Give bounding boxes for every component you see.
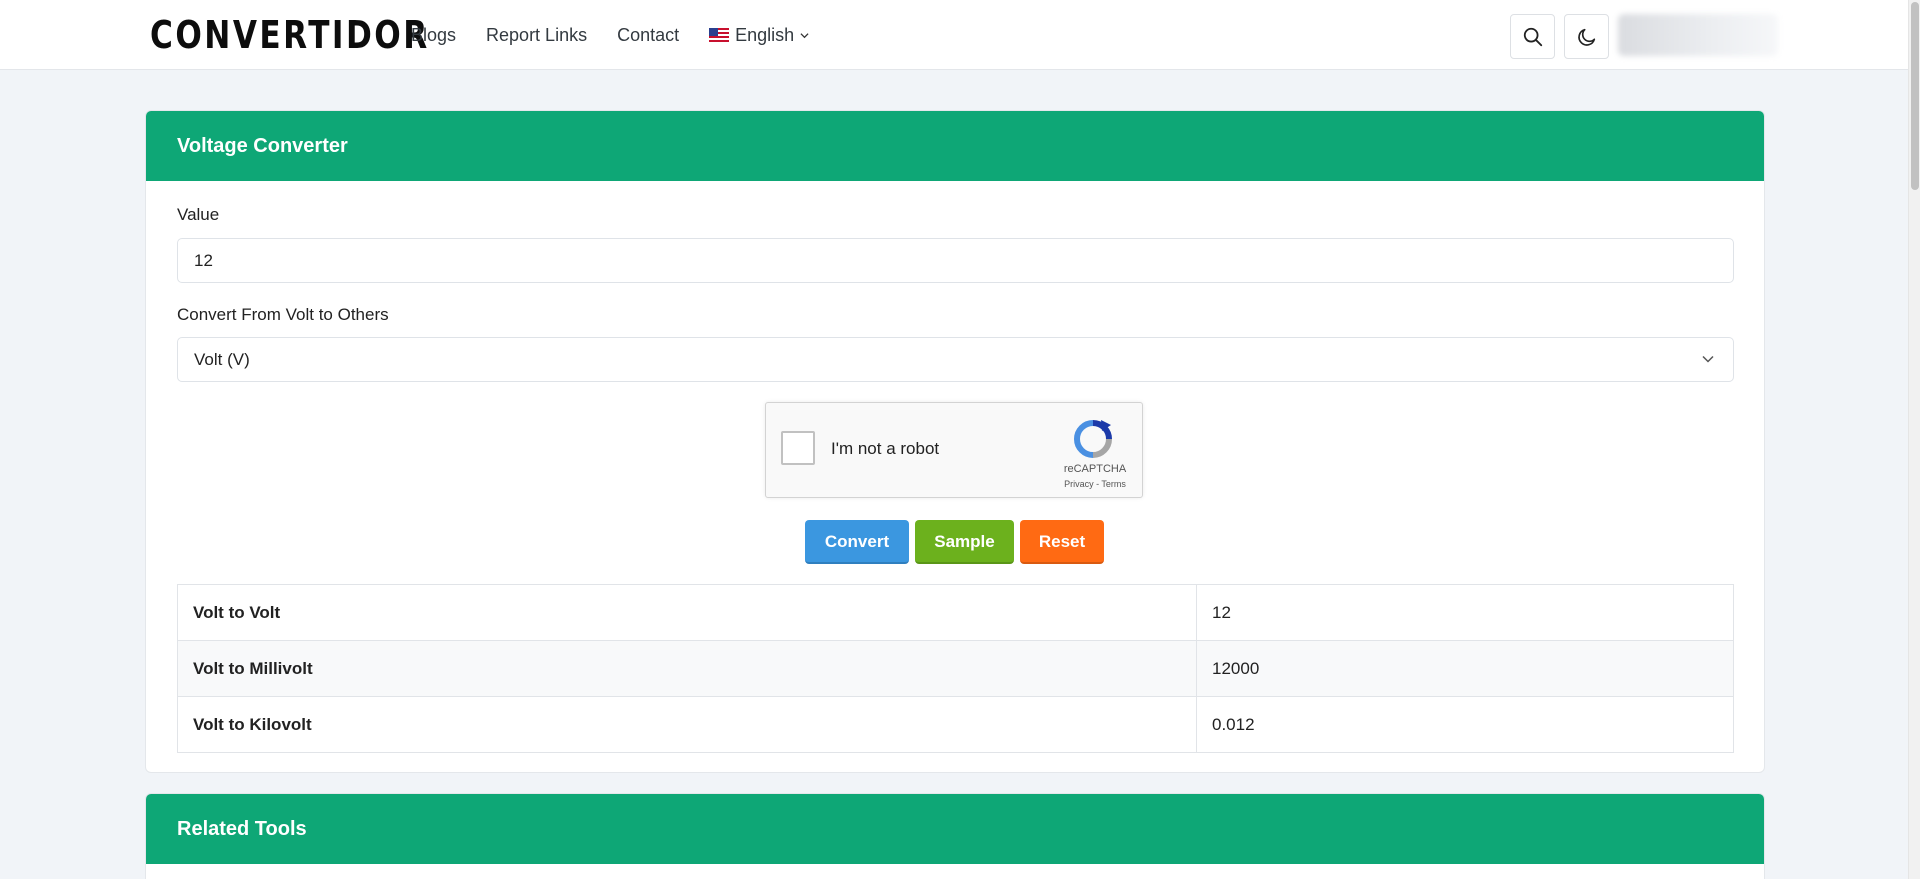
result-label: Volt to Volt <box>177 584 1197 641</box>
search-icon <box>1523 27 1542 46</box>
nav-blogs[interactable]: Blogs <box>411 22 456 48</box>
value-label: Value <box>177 205 220 224</box>
nav-contact[interactable]: Contact <box>617 22 679 48</box>
results-table: Volt to Volt 12 Volt to Millivolt 12000 … <box>177 584 1734 753</box>
table-row: Volt to Millivolt 12000 <box>177 640 1734 697</box>
reset-button[interactable]: Reset <box>1020 520 1104 564</box>
card-title: Voltage Converter <box>146 111 1764 181</box>
voltage-converter-card: Voltage Converter Value 12 Convert From … <box>145 110 1765 773</box>
main-nav: Blogs Report Links Contact English <box>411 22 809 48</box>
language-label: English <box>735 24 795 45</box>
site-logo[interactable]: CONVERTIDOR <box>150 14 430 56</box>
blurred-account-area[interactable] <box>1618 14 1778 56</box>
result-value: 12 <box>1196 584 1734 641</box>
moon-icon <box>1577 28 1595 46</box>
convert-button[interactable]: Convert <box>805 520 909 564</box>
recaptcha-brand: reCAPTCHA <box>1063 463 1127 475</box>
unit-select[interactable]: Volt (V) <box>177 337 1734 382</box>
search-button[interactable] <box>1510 14 1555 59</box>
chevron-down-icon <box>1702 355 1714 363</box>
chevron-down-icon <box>800 32 809 38</box>
value-input[interactable]: 12 <box>177 238 1734 283</box>
nav-report-links[interactable]: Report Links <box>486 22 587 48</box>
recaptcha-widget: I'm not a robot reCAPTCHA Privacy - Term… <box>765 402 1143 498</box>
convert-from-label: Convert From Volt to Others <box>177 305 389 324</box>
recaptcha-checkbox[interactable] <box>781 431 815 465</box>
site-header: CONVERTIDOR Blogs Report Links Contact E… <box>0 0 1908 70</box>
recaptcha-links[interactable]: Privacy - Terms <box>1051 479 1139 489</box>
recaptcha-logo-icon <box>1074 420 1112 458</box>
page-scrollbar[interactable] <box>1908 0 1920 879</box>
related-tools-card: Related Tools <box>145 793 1765 879</box>
sample-button[interactable]: Sample <box>915 520 1014 564</box>
scrollbar-thumb[interactable] <box>1911 2 1919 190</box>
recaptcha-label: I'm not a robot <box>831 439 940 458</box>
related-tools-title: Related Tools <box>146 794 1764 864</box>
table-row: Volt to Volt 12 <box>177 584 1734 641</box>
result-label: Volt to Millivolt <box>177 640 1197 697</box>
language-dropdown[interactable]: English <box>709 25 809 46</box>
result-label: Volt to Kilovolt <box>177 696 1197 753</box>
table-row: Volt to Kilovolt 0.012 <box>177 696 1734 753</box>
result-value: 12000 <box>1196 640 1734 697</box>
dark-mode-toggle[interactable] <box>1564 14 1609 59</box>
unit-select-value: Volt (V) <box>194 350 250 369</box>
us-flag-icon <box>709 28 730 42</box>
result-value: 0.012 <box>1196 696 1734 753</box>
